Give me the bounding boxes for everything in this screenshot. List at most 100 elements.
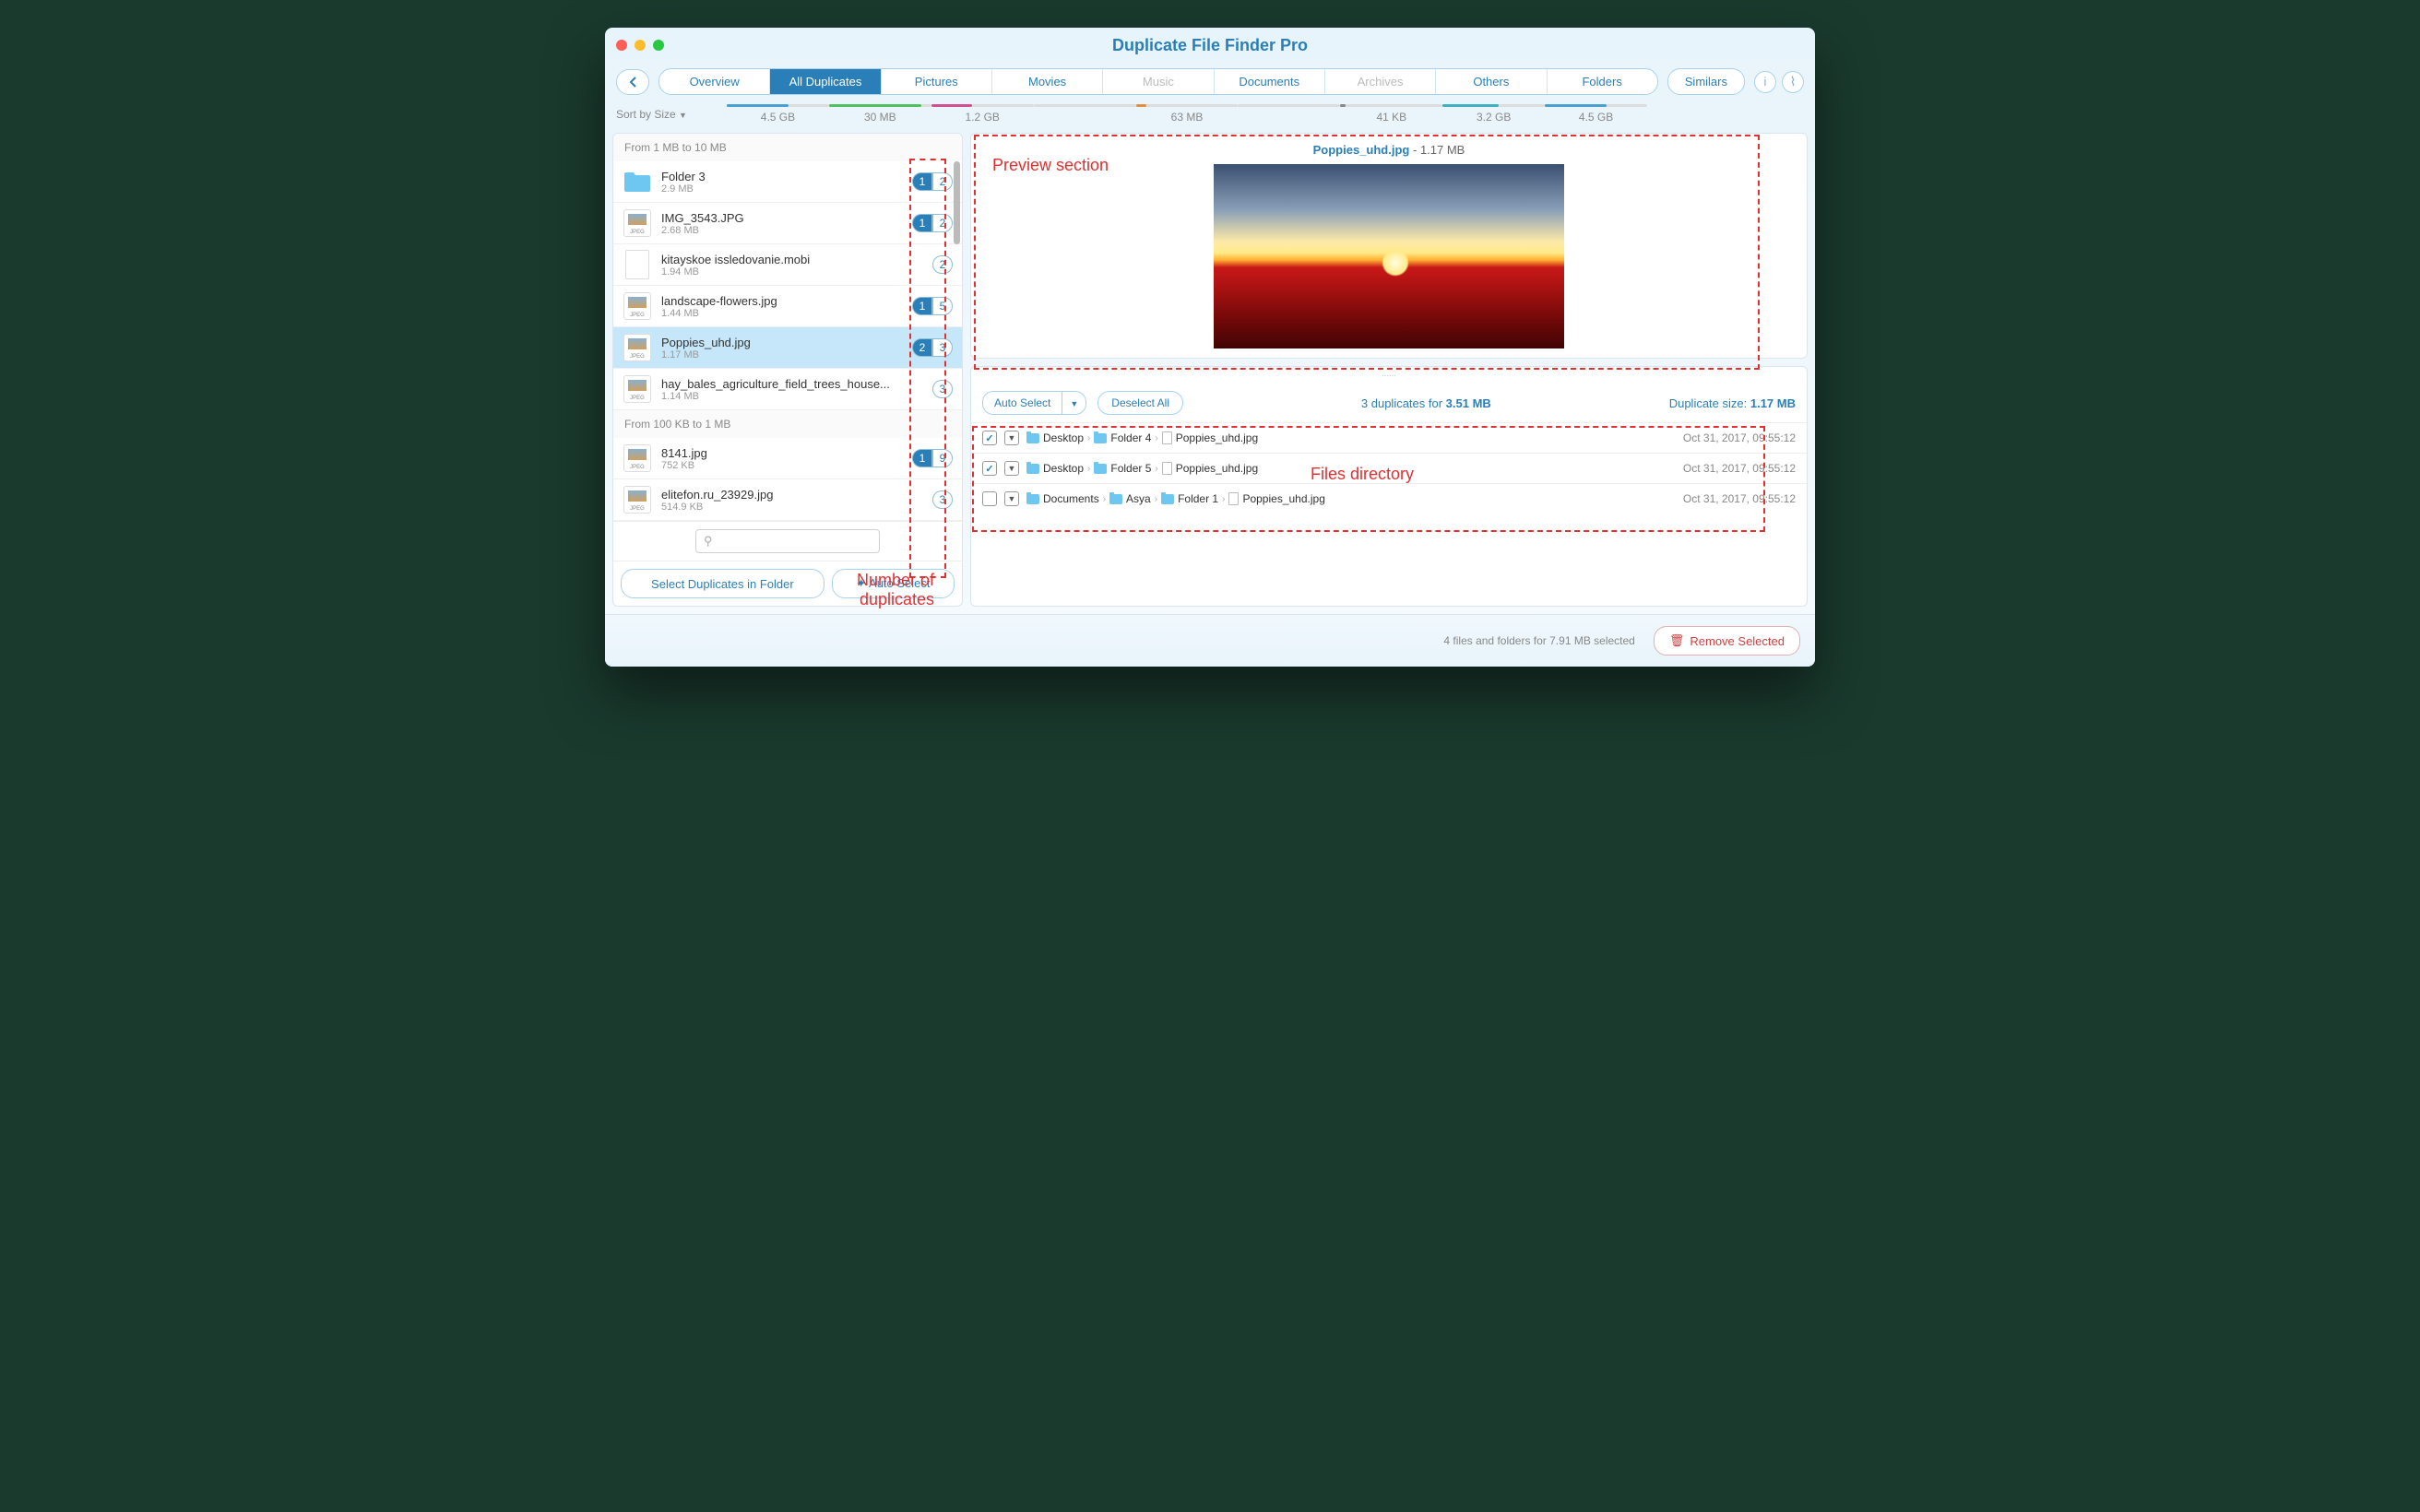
breadcrumb: Documents› Asya› Folder 1› Poppies_uhd.j… <box>1026 492 1676 505</box>
maximize-window-button[interactable] <box>653 40 664 51</box>
path-checkbox[interactable] <box>982 461 997 476</box>
list-item[interactable]: Folder 3 2.9 MB 12 <box>613 161 962 203</box>
info-button[interactable]: i <box>1754 71 1776 93</box>
duplicate-path-row[interactable]: ▼ Desktop› Folder 4› Poppies_uhd.jpg Oct… <box>971 422 1807 453</box>
resize-grip[interactable]: ⸱⸱⸱⸱⸱⸱ <box>971 367 1807 384</box>
image-file-icon: JPEG <box>623 209 651 237</box>
duplicate-count-badge[interactable]: 3 <box>932 380 953 398</box>
tab-all-duplicates[interactable]: All Duplicates <box>770 69 881 94</box>
duplicate-count-badge[interactable]: 3 <box>932 338 953 357</box>
tab-archives[interactable]: Archives <box>1325 69 1436 94</box>
file-icon <box>1162 431 1172 444</box>
tab-documents[interactable]: Documents <box>1215 69 1325 94</box>
chevron-down-icon: ▼ <box>1070 399 1078 408</box>
duplicate-path-row[interactable]: ▼ Desktop› Folder 5› Poppies_uhd.jpg Oct… <box>971 453 1807 483</box>
path-checkbox[interactable] <box>982 491 997 506</box>
badge-group: 23 <box>912 338 953 357</box>
file-size: 1.17 MB <box>661 349 903 360</box>
size-indicator <box>1034 104 1136 124</box>
list-item[interactable]: JPEG 8141.jpg 752 KB 19 <box>613 438 962 479</box>
breadcrumb-segment: Desktop <box>1026 462 1084 475</box>
info-icon: i <box>1764 75 1767 89</box>
size-indicator: 3.2 GB <box>1442 104 1545 124</box>
list-item[interactable]: kitayskoe issledovanie.mobi 1.94 MB 2 <box>613 244 962 286</box>
search-input[interactable] <box>718 535 872 548</box>
list-item[interactable]: JPEG elitefon.ru_23929.jpg 514.9 KB 3 <box>613 479 962 521</box>
details-toolbar: Auto Select ▼ Deselect All 3 duplicates … <box>971 384 1807 422</box>
back-button[interactable] <box>616 69 649 95</box>
size-indicator: 4.5 GB <box>1545 104 1647 124</box>
duplicate-count-badge[interactable]: 1 <box>912 449 932 467</box>
tab-overview[interactable]: Overview <box>659 69 770 94</box>
chevron-right-icon: › <box>1087 464 1090 474</box>
duplicate-count-badge[interactable]: 2 <box>932 172 953 191</box>
file-name: Folder 3 <box>661 170 903 183</box>
duplicate-count-badge[interactable]: 1 <box>912 297 932 315</box>
badge-group: 12 <box>912 172 953 191</box>
auto-select-button[interactable]: ✦ Auto Select <box>832 569 955 598</box>
remove-selected-button[interactable]: 🗑 Remove Selected <box>1654 626 1800 656</box>
sun-graphic <box>1382 249 1409 277</box>
sort-dropdown[interactable]: Sort by Size ▼ <box>616 108 718 121</box>
size-indicator <box>1238 104 1340 124</box>
list-item[interactable]: JPEG IMG_3543.JPG 2.68 MB 12 <box>613 203 962 244</box>
folder-icon <box>1026 464 1039 474</box>
duplicate-count-badge[interactable]: 3 <box>932 490 953 509</box>
duplicate-count-badge[interactable]: 9 <box>932 449 953 467</box>
tab-folders[interactable]: Folders <box>1548 69 1657 94</box>
close-window-button[interactable] <box>616 40 627 51</box>
auto-select-split-button: Auto Select ▼ <box>982 391 1086 415</box>
list-item[interactable]: JPEG landscape-flowers.jpg 1.44 MB 15 <box>613 286 962 327</box>
auto-select-dropdown-button[interactable]: ▼ <box>1062 391 1086 415</box>
duplicate-count-badge[interactable]: 1 <box>912 214 932 232</box>
select-actions: Select Duplicates in Folder ✦ Auto Selec… <box>613 561 962 606</box>
duplicate-count-badge[interactable]: 5 <box>932 297 953 315</box>
file-name: hay_bales_agriculture_field_trees_house.… <box>661 377 923 391</box>
image-file-icon: JPEG <box>623 334 651 361</box>
chevron-right-icon: › <box>1103 494 1106 504</box>
duplicate-count-badge[interactable]: 1 <box>912 172 932 191</box>
duplicates-list[interactable]: From 1 MB to 10 MB Folder 3 2.9 MB 12 JP… <box>613 134 962 521</box>
breadcrumb-segment: Documents <box>1026 492 1099 505</box>
tab-pictures[interactable]: Pictures <box>882 69 992 94</box>
main-content: From 1 MB to 10 MB Folder 3 2.9 MB 12 JP… <box>605 133 1815 614</box>
deselect-all-button[interactable]: Deselect All <box>1097 391 1183 415</box>
list-item[interactable]: JPEG Poppies_uhd.jpg 1.17 MB 23 <box>613 327 962 369</box>
path-checkbox[interactable] <box>982 431 997 445</box>
breadcrumb: Desktop› Folder 5› Poppies_uhd.jpg <box>1026 462 1676 475</box>
breadcrumb-segment: Asya <box>1109 492 1151 505</box>
tab-movies[interactable]: Movies <box>992 69 1103 94</box>
duplicate-count-badge[interactable]: 2 <box>932 255 953 274</box>
path-menu-button[interactable]: ▼ <box>1004 431 1019 445</box>
chevron-right-icon: › <box>1222 494 1225 504</box>
tab-others[interactable]: Others <box>1436 69 1547 94</box>
magic-icon: ✦ <box>856 576 866 590</box>
path-menu-button[interactable]: ▼ <box>1004 461 1019 476</box>
file-name: elitefon.ru_23929.jpg <box>661 488 923 502</box>
path-menu-button[interactable]: ▼ <box>1004 491 1019 506</box>
duplicate-path-row[interactable]: ▼ Documents› Asya› Folder 1› Poppies_uhd… <box>971 483 1807 514</box>
select-duplicates-in-folder-button[interactable]: Select Duplicates in Folder <box>621 569 824 598</box>
badge-group: 3 <box>932 490 953 509</box>
breadcrumb-segment: Poppies_uhd.jpg <box>1162 431 1258 444</box>
file-name: IMG_3543.JPG <box>661 211 903 225</box>
chevron-right-icon: › <box>1087 433 1090 443</box>
preview-filesize: - 1.17 MB <box>1413 143 1465 157</box>
auto-select-detail-button[interactable]: Auto Select <box>982 391 1062 415</box>
duplicate-count-badge[interactable]: 2 <box>912 338 932 357</box>
preview-image <box>1214 164 1564 348</box>
feed-button[interactable]: ⌇ <box>1782 71 1804 93</box>
folder-icon <box>1109 494 1122 504</box>
duplicate-count-badge[interactable]: 2 <box>932 214 953 232</box>
size-group-header: From 100 KB to 1 MB <box>613 410 962 438</box>
minimize-window-button[interactable] <box>635 40 646 51</box>
scrollbar-thumb[interactable] <box>954 161 960 244</box>
tab-music[interactable]: Music <box>1103 69 1214 94</box>
file-size: 1.14 MB <box>661 391 923 402</box>
chevron-right-icon: › <box>1155 494 1157 504</box>
list-item[interactable]: JPEG hay_bales_agriculture_field_trees_h… <box>613 369 962 410</box>
image-file-icon: JPEG <box>623 292 651 320</box>
search-area: ⚲ <box>613 521 962 561</box>
similars-button[interactable]: Similars <box>1667 68 1745 95</box>
search-box[interactable]: ⚲ <box>695 529 880 553</box>
